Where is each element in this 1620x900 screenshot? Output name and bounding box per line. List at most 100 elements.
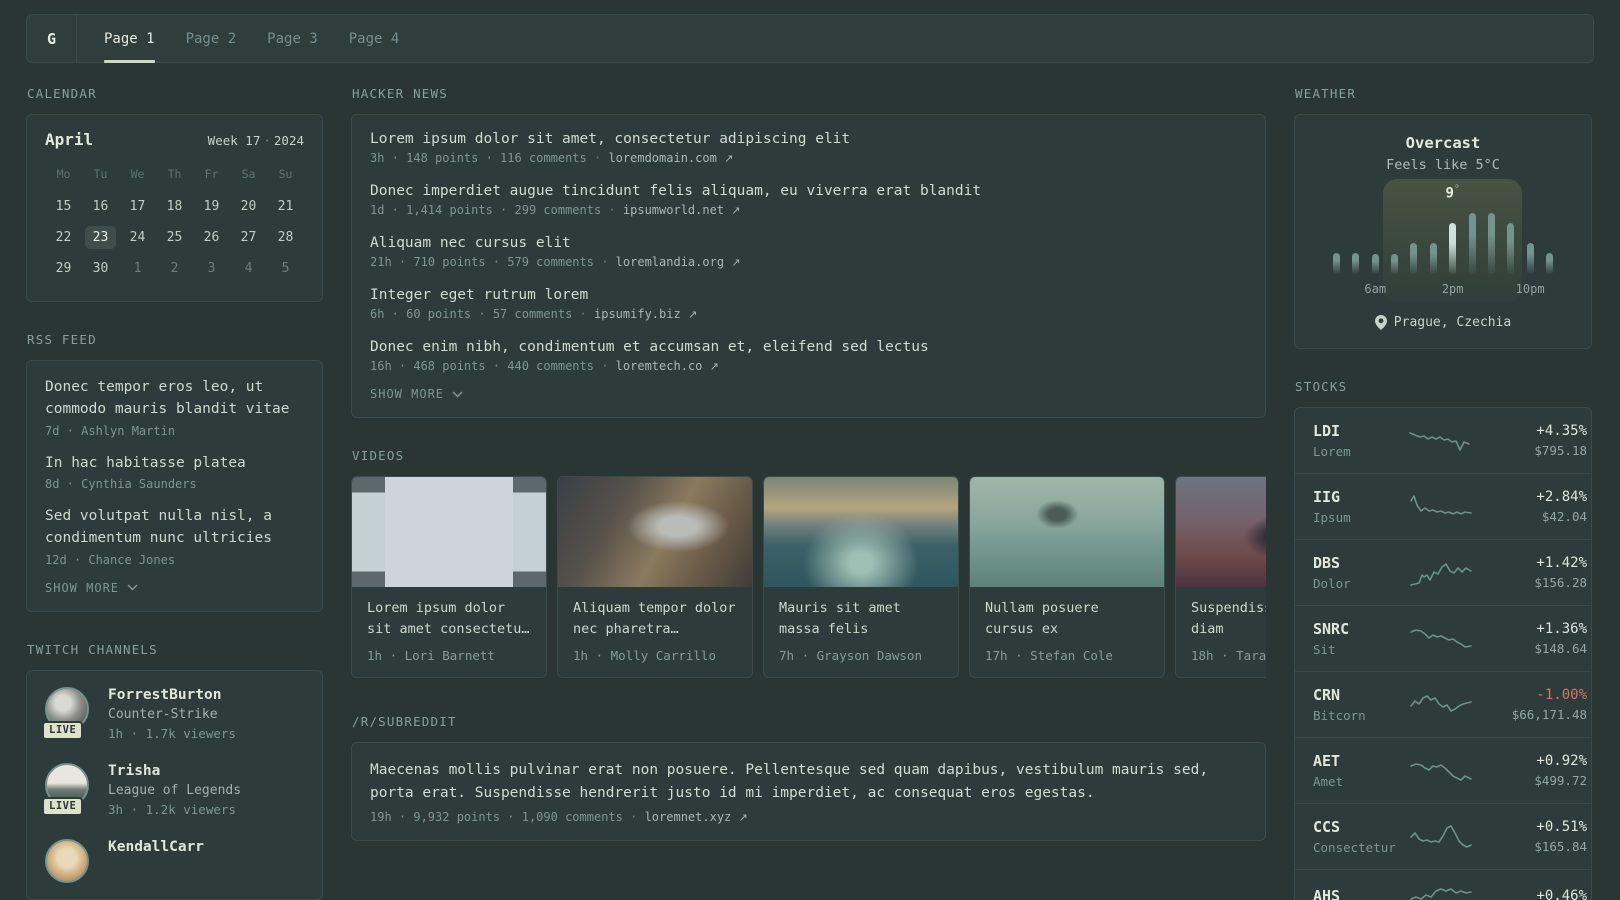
twitch-channel-info: Trisha League of Legends 3h · 1.2k viewe… — [108, 763, 241, 817]
video-title[interactable]: Nullam posuere cursus ex — [985, 598, 1149, 640]
twitch-channel-name[interactable]: Trisha — [108, 763, 241, 779]
reddit-meta-text: 19h · 9,932 points · 1,090 comments — [370, 810, 623, 825]
video-thumbnail[interactable] — [764, 477, 958, 587]
stock-price: $66,171.48 — [1511, 707, 1587, 722]
twitch-channel-row[interactable]: LIVE ForrestBurton Counter-Strike 1h · 1… — [42, 686, 304, 741]
stock-row[interactable]: LDI Lorem +4.35% $795.18 — [1295, 408, 1591, 473]
show-more-label: SHOW MORE — [45, 580, 120, 595]
tab-page-3[interactable]: Page 3 — [267, 15, 318, 62]
stock-change: +4.35% — [1536, 423, 1587, 439]
hn-story-title[interactable]: Integer eget rutrum lorem — [370, 287, 1247, 303]
calendar-day: 29 — [55, 261, 72, 276]
video-thumbnail[interactable] — [558, 477, 752, 587]
twitch-channel-name[interactable]: ForrestBurton — [108, 687, 236, 703]
video-card[interactable]: Suspendisse diam 18h · Tara — [1175, 476, 1266, 678]
stock-name: Amet — [1313, 774, 1344, 789]
hn-story-title[interactable]: Aliquam nec cursus elit — [370, 235, 1247, 251]
stock-change: +0.92% — [1536, 753, 1587, 769]
weather-bar — [1526, 243, 1534, 274]
hn-story-domain[interactable]: loremtech.co — [616, 359, 703, 373]
video-thumbnail[interactable] — [970, 477, 1164, 587]
calendar-day: 28 — [277, 230, 294, 245]
tab-page-1[interactable]: Page 1 — [104, 15, 155, 63]
video-title[interactable]: Suspendisse diam — [1191, 598, 1266, 640]
tab-page-2[interactable]: Page 2 — [186, 15, 237, 62]
weekday-label: We — [130, 167, 145, 181]
twitch-viewers: 1h · 1.7k viewers — [108, 725, 236, 741]
rss-show-more-button[interactable]: SHOW MORE — [45, 581, 304, 595]
stock-sparkline — [1409, 757, 1475, 785]
hn-story-title[interactable]: Donec enim nibh, condimentum et accumsan… — [370, 339, 1247, 355]
right-column: WEATHER Overcast Feels like 5°C 9° 6am 2… — [1294, 63, 1592, 900]
live-badge: LIVE — [42, 720, 84, 740]
stock-price: $795.18 — [1534, 443, 1587, 458]
twitch-game: Counter-Strike — [108, 706, 218, 722]
hn-story-title[interactable]: Lorem ipsum dolor sit amet, consectetur … — [370, 131, 1247, 147]
video-title[interactable]: Lorem ipsum dolor sit amet consectetu… — [367, 598, 531, 640]
hn-meta-text: 3h · 148 points · 116 comments — [370, 151, 587, 165]
hn-story-domain[interactable]: loremlandia.org — [616, 255, 724, 269]
reddit-post-title[interactable]: Maecenas mollis pulvinar erat non posuer… — [370, 759, 1247, 805]
hn-meta-text: 16h · 468 points · 440 comments — [370, 359, 594, 373]
external-link-icon: ↗ — [731, 204, 741, 217]
time-axis-labels: 6am 2pm 10pm — [1333, 282, 1553, 297]
stock-row[interactable]: IIG Ipsum +2.84% $42.04 — [1295, 473, 1591, 539]
video-title[interactable]: Aliquam tempor dolor nec pharetra… — [573, 598, 737, 640]
stock-symbol: CRN — [1313, 686, 1341, 704]
tab-page-4[interactable]: Page 4 — [349, 15, 400, 62]
hn-story: Donec imperdiet augue tincidunt felis al… — [370, 183, 1247, 217]
hn-story-meta: 1d · 1,414 points · 299 comments · ipsum… — [370, 203, 1247, 217]
video-card[interactable]: Aliquam tempor dolor nec pharetra… 1h · … — [557, 476, 753, 678]
hn-meta-text: 21h · 710 points · 579 comments — [370, 255, 594, 269]
stock-row[interactable]: DBS Dolor +1.42% $156.28 — [1295, 539, 1591, 605]
stock-change: +0.46% — [1536, 888, 1587, 900]
calendar-day: 18 — [166, 199, 183, 214]
video-thumbnail[interactable] — [1176, 477, 1266, 587]
stock-symbol: DBS — [1313, 554, 1341, 572]
reddit-post-domain[interactable]: loremnet.xyz — [645, 810, 732, 824]
stock-row[interactable]: CRN Bitcorn -1.00% $66,171.48 — [1295, 671, 1591, 737]
stock-name: Lorem — [1313, 444, 1351, 459]
stock-row[interactable]: AET Amet +0.92% $499.72 — [1295, 737, 1591, 803]
rss-item-title[interactable]: Donec tempor eros leo, ut commodo mauris… — [45, 377, 304, 421]
video-card[interactable]: Lorem ipsum dolor sit amet consectetu… 1… — [351, 476, 547, 678]
weather-bar — [1410, 243, 1418, 274]
rss-item-meta: 12d · Chance Jones — [45, 552, 176, 567]
video-thumbnail[interactable] — [352, 477, 546, 587]
video-title[interactable]: Mauris sit amet massa felis — [779, 598, 943, 640]
rss-item-title[interactable]: Sed volutpat nulla nisl, a condimentum n… — [45, 506, 304, 550]
stock-row[interactable]: AHS +0.46% — [1295, 869, 1591, 900]
weather-feels-like: Feels like 5°C — [1386, 157, 1500, 173]
hn-story-domain[interactable]: ipsumify.biz — [594, 307, 681, 321]
stock-name: Consectetur — [1313, 840, 1396, 855]
rss-item: Sed volutpat nulla nisl, a condimentum n… — [45, 506, 304, 567]
video-card[interactable]: Nullam posuere cursus ex 17h · Stefan Co… — [969, 476, 1165, 678]
video-meta: 17h · Stefan Cole — [985, 647, 1113, 663]
hn-story-domain[interactable]: ipsumworld.net — [623, 203, 724, 217]
time-label: 10pm — [1515, 282, 1545, 296]
video-card[interactable]: Mauris sit amet massa felis 7h · Grayson… — [763, 476, 959, 678]
hn-show-more-button[interactable]: SHOW MORE — [370, 387, 1247, 401]
app-logo[interactable]: G — [27, 15, 77, 62]
hn-story: Integer eget rutrum lorem 6h · 60 points… — [370, 287, 1247, 321]
hn-story-title[interactable]: Donec imperdiet augue tincidunt felis al… — [370, 183, 1247, 199]
calendar-day: 26 — [203, 230, 220, 245]
hn-story-meta: 21h · 710 points · 579 comments · loreml… — [370, 255, 1247, 269]
hn-story-domain[interactable]: loremdomain.com — [608, 151, 716, 165]
twitch-channel-row[interactable]: LIVE Trisha League of Legends 3h · 1.2k … — [42, 762, 304, 817]
stock-row[interactable]: SNRC Sit +1.36% $148.64 — [1295, 605, 1591, 671]
calendar-day: 24 — [129, 230, 146, 245]
stock-row[interactable]: CCS Consectetur +0.51% $165.84 — [1295, 803, 1591, 869]
twitch-channel-name[interactable]: KendallCarr — [108, 839, 204, 855]
twitch-channel-info: KendallCarr — [108, 839, 204, 855]
hn-story: Donec enim nibh, condimentum et accumsan… — [370, 339, 1247, 373]
tab-label: Page 2 — [185, 30, 237, 47]
rss-item-title[interactable]: In hac habitasse platea — [45, 453, 304, 475]
twitch-channel-row[interactable]: KendallCarr — [45, 838, 304, 883]
rss-item-meta: 7d · Ashlyn Martin — [45, 423, 176, 438]
separator-dot: · — [579, 307, 587, 321]
stock-symbol: IIG — [1313, 488, 1341, 506]
weather-bar — [1468, 213, 1476, 274]
weather-bar — [1391, 254, 1399, 274]
calendar-week-year: Week 17 · 2024 — [208, 133, 304, 148]
